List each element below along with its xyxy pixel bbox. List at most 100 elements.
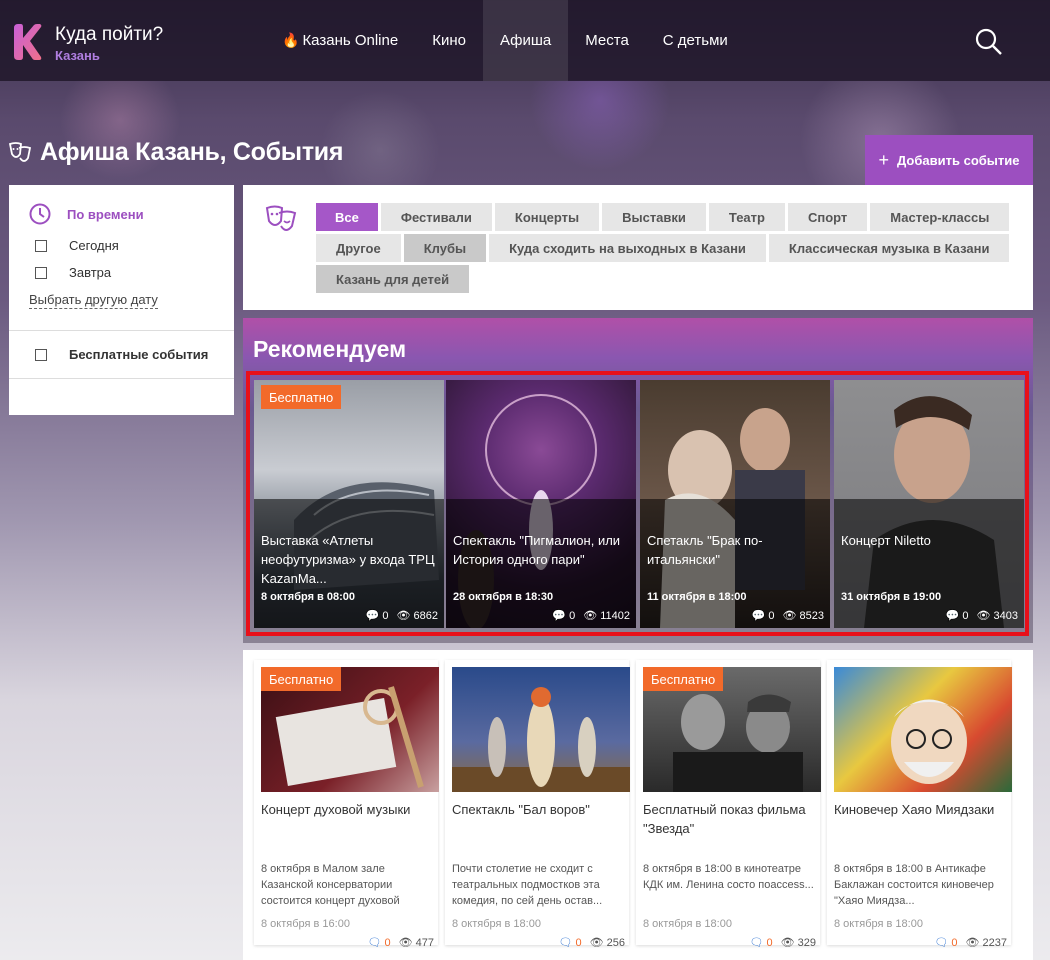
- event-stats: 🗨 0 👁 329: [750, 936, 816, 950]
- event-title[interactable]: Киновечер Хаяо Миядзаки: [834, 800, 1009, 819]
- event-item[interactable]: Бесплатно Бесплатный показ фильма "Звезд…: [636, 660, 821, 949]
- free-badge: Бесплатно: [261, 385, 342, 409]
- view-count: 3403: [993, 609, 1018, 622]
- comment-count: 0: [768, 609, 775, 622]
- checkbox-label: Сегодня: [69, 238, 119, 253]
- recommended-card[interactable]: Концерт Niletto 31 октября в 19:00 💬 0 👁 34…: [834, 380, 1024, 628]
- event-title[interactable]: Концерт духовой музыки: [261, 800, 436, 819]
- tag-theater[interactable]: Театр: [708, 203, 785, 231]
- eye-icon: 👁: [589, 937, 604, 949]
- tag-list: Все Фестивали Концерты Выставки Театр Сп…: [316, 203, 1016, 296]
- recommended-card[interactable]: Бесплатно Выставка «Атлеты неофутуризма»…: [254, 380, 444, 628]
- event-item[interactable]: Спектакль "Бал воров" Почти столетие не …: [445, 660, 630, 949]
- page-title-text: Афиша Казань, События: [40, 138, 344, 166]
- comment-icon: 🗨: [367, 937, 382, 949]
- checkbox-box[interactable]: [35, 266, 47, 279]
- event-image: Бесплатно: [261, 667, 439, 792]
- event-stats: 🗨 0 👁 2237: [934, 936, 1007, 950]
- main-nav: 🔥 Казань Online Кино Афиша Места С детьми: [265, 0, 745, 81]
- view-count: 329: [797, 936, 816, 949]
- card-title[interactable]: Спетакль "Брак по-итальянски": [647, 531, 825, 569]
- nav-kazan-online[interactable]: 🔥 Казань Online: [265, 0, 415, 81]
- divider: [9, 378, 234, 379]
- card-stats: 💬 0 👁 3403: [945, 609, 1018, 623]
- card-title[interactable]: Спектакль "Пигмалион, или История одного…: [453, 531, 631, 569]
- card-date: 11 октября в 18:00: [647, 591, 747, 603]
- event-item[interactable]: Бесплатно Концерт духовой музыки 8 октяб…: [254, 660, 439, 949]
- free-events-checkbox[interactable]: Бесплатные события: [35, 347, 208, 362]
- logo-icon[interactable]: [12, 24, 42, 60]
- view-count: 8523: [799, 609, 824, 622]
- divider: [9, 330, 234, 331]
- tag-kids[interactable]: Казань для детей: [316, 265, 470, 293]
- tag-other[interactable]: Другое: [316, 234, 401, 262]
- clock-icon: [29, 203, 51, 225]
- comment-count: 0: [575, 936, 582, 949]
- checkbox-box[interactable]: [35, 348, 47, 361]
- comment-count: 0: [951, 936, 958, 949]
- nav-label: Казань Online: [302, 32, 399, 49]
- free-badge: Бесплатно: [261, 667, 342, 691]
- card-stats: 💬 0 👁 11402: [552, 609, 630, 623]
- view-count: 11402: [600, 609, 630, 622]
- event-title[interactable]: Спектакль "Бал воров": [452, 800, 627, 819]
- comment-icon: 💬: [365, 610, 380, 622]
- brand-city[interactable]: Казань: [55, 48, 100, 63]
- brand-title[interactable]: Куда пойти?: [55, 24, 163, 46]
- event-title[interactable]: Бесплатный показ фильма "Звезда": [643, 800, 818, 838]
- tag-sport[interactable]: Спорт: [787, 203, 868, 231]
- event-date: 8 октября в 16:00: [261, 918, 350, 930]
- comment-icon: 💬: [552, 610, 567, 622]
- view-count: 477: [415, 936, 434, 949]
- add-event-button[interactable]: + Добавить событие: [865, 135, 1033, 185]
- comment-count: 0: [384, 936, 391, 949]
- nav-kino[interactable]: Кино: [415, 0, 483, 81]
- comment-icon: 🗨: [558, 937, 573, 949]
- nav-label: Афиша: [499, 32, 552, 49]
- recommended-card[interactable]: Спетакль "Брак по-итальянски" 11 октября…: [640, 380, 830, 628]
- event-description: 8 октября в 18:00 в кинотеатре КДК им. Л…: [643, 863, 814, 891]
- comment-count: 0: [766, 936, 773, 949]
- eye-icon: 👁: [782, 610, 797, 622]
- comment-icon: 💬: [945, 610, 960, 622]
- event-image: [452, 667, 630, 792]
- tag-classical[interactable]: Классическая музыка в Казани: [768, 234, 1010, 262]
- eye-icon: 👁: [976, 610, 991, 622]
- tag-exhibitions[interactable]: Выставки: [602, 203, 706, 231]
- site-header: Куда пойти? Казань 🔥 Казань Online Кино А…: [0, 0, 1050, 81]
- free-badge: Бесплатно: [643, 667, 724, 691]
- tag-weekend[interactable]: Куда сходить на выходных в Казани: [489, 234, 766, 262]
- view-count: 2237: [982, 936, 1007, 949]
- checkbox-box[interactable]: [35, 239, 47, 252]
- eye-icon: 👁: [965, 937, 980, 949]
- comment-count: 0: [962, 609, 969, 622]
- tag-festivals[interactable]: Фестивали: [380, 203, 492, 231]
- tag-concerts[interactable]: Концерты: [494, 203, 600, 231]
- nav-label: Кино: [432, 32, 466, 49]
- time-filter-label: По времени: [67, 206, 144, 222]
- event-date: 8 октября в 18:00: [834, 918, 923, 930]
- event-description: Почти столетие не сходит с театральных п…: [452, 863, 603, 907]
- card-title[interactable]: Выставка «Атлеты неофутуризма» у входа Т…: [261, 531, 439, 588]
- card-date: 28 октября в 18:30: [453, 591, 554, 603]
- checkbox-label: Завтра: [69, 265, 112, 280]
- card-title[interactable]: Концерт Niletto: [841, 531, 1019, 550]
- nav-mesta[interactable]: Места: [568, 0, 646, 81]
- today-checkbox[interactable]: Сегодня: [35, 238, 119, 253]
- theater-mask-icon: [8, 141, 32, 162]
- nav-s-detmi[interactable]: С детьми: [646, 0, 745, 81]
- event-image: Бесплатно: [643, 667, 821, 792]
- tag-clubs[interactable]: Клубы: [403, 234, 487, 262]
- tag-all[interactable]: Все: [316, 203, 378, 231]
- event-description: 8 октября в Малом зале Казанской консерв…: [261, 863, 400, 907]
- event-item[interactable]: Киновечер Хаяо Миядзаки 8 октября в 18:0…: [827, 660, 1012, 949]
- time-filter-header[interactable]: По времени: [29, 203, 144, 225]
- search-icon[interactable]: [975, 28, 1003, 56]
- tag-masterclasses[interactable]: Мастер-классы: [870, 203, 1010, 231]
- card-date: 8 октября в 08:00: [261, 591, 355, 603]
- comment-icon: 🗨: [934, 937, 949, 949]
- tomorrow-checkbox[interactable]: Завтра: [35, 265, 111, 280]
- choose-date-link[interactable]: Выбрать другую дату: [29, 292, 158, 309]
- nav-afisha[interactable]: Афиша: [482, 0, 569, 81]
- recommended-card[interactable]: Спектакль "Пигмалион, или История одного…: [446, 380, 636, 628]
